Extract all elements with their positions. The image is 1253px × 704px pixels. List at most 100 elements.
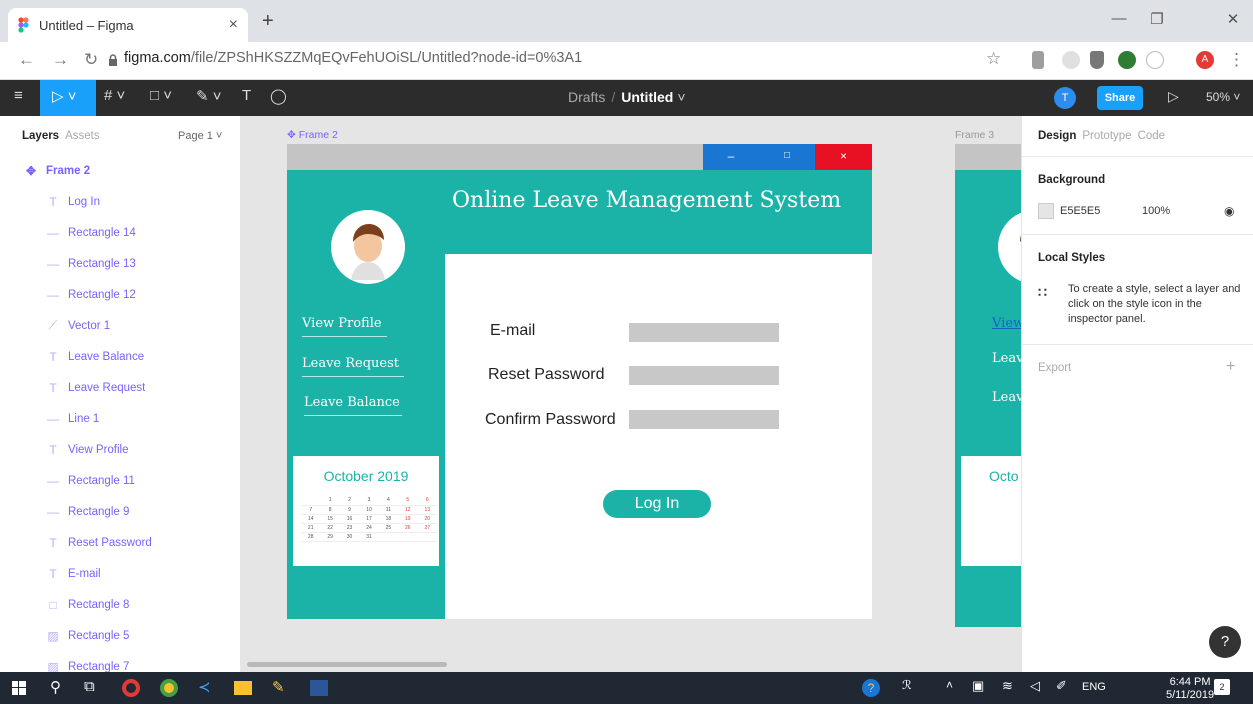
close-tab-icon[interactable]: × — [229, 16, 238, 34]
minimize-button[interactable]: – — [703, 144, 759, 170]
share-button[interactable]: Share — [1097, 86, 1143, 110]
bookmark-star-icon[interactable]: ☆ — [986, 49, 1001, 69]
tab-prototype[interactable]: Prototype — [1082, 130, 1131, 142]
design-canvas[interactable]: ✥ Frame 2 Frame 3 – □ × Online Leave Man… — [241, 116, 1021, 672]
layer-item[interactable]: — Rectangle 14 — [0, 217, 240, 248]
background-color-swatch[interactable] — [1038, 203, 1054, 219]
layer-item[interactable]: T E-mail — [0, 558, 240, 589]
layer-item[interactable]: □ Rectangle 8 — [0, 589, 240, 620]
vscode-icon[interactable]: ≺ — [198, 678, 211, 696]
layer-item[interactable]: ⟋ Vector 1 — [0, 310, 240, 341]
tray-app-icon[interactable]: ▣ — [972, 678, 984, 694]
restore-window-icon[interactable]: ❐ — [1142, 10, 1172, 28]
tab-design[interactable]: Design — [1038, 130, 1076, 142]
windows-start-icon[interactable] — [12, 681, 26, 695]
nav-leave-balance[interactable]: Leave Balance — [304, 395, 400, 410]
back-icon[interactable]: ← — [18, 50, 35, 70]
language-indicator[interactable]: ENG — [1082, 681, 1106, 693]
layer-label: Rectangle 11 — [68, 474, 135, 487]
help-button[interactable]: ? — [1209, 626, 1241, 658]
frame-2-label[interactable]: ✥ Frame 2 — [287, 129, 338, 141]
people-icon[interactable]: ℛ — [902, 678, 912, 692]
extension-shield-icon[interactable] — [1090, 51, 1104, 69]
task-view-icon[interactable]: ⧉ — [84, 678, 95, 695]
minimize-window-icon[interactable]: — — [1104, 10, 1134, 27]
extension-blank-icon[interactable] — [1062, 51, 1080, 69]
text-tool-icon[interactable]: T — [242, 87, 251, 104]
layer-item[interactable]: — Rectangle 9 — [0, 496, 240, 527]
reset-password-field[interactable] — [629, 366, 779, 385]
file-name[interactable]: Untitled — [621, 89, 673, 105]
frame-3-label[interactable]: Frame 3 — [955, 129, 994, 141]
file-explorer-icon[interactable] — [234, 681, 252, 695]
frame-3[interactable]: View Leav Leav Octo — [955, 144, 1021, 627]
horizontal-scrollbar[interactable] — [247, 662, 447, 667]
tab-assets[interactable]: Assets — [65, 130, 100, 142]
nav-leave-request[interactable]: Leave Request — [302, 356, 399, 371]
layer-item[interactable]: ▨ Rectangle 7 — [0, 651, 240, 673]
layer-item[interactable]: T Leave Balance — [0, 341, 240, 372]
new-tab-icon[interactable]: + — [262, 10, 274, 33]
shape-tool-icon[interactable]: □ ˅ — [150, 87, 172, 104]
present-play-icon[interactable]: ▷ — [1168, 88, 1179, 105]
layer-item[interactable]: — Line 1 — [0, 403, 240, 434]
comment-tool-icon[interactable]: ◯ — [270, 87, 287, 105]
tab-code[interactable]: Code — [1138, 130, 1166, 142]
layer-item[interactable]: ▨ Rectangle 5 — [0, 620, 240, 651]
browser-tab[interactable]: Untitled – Figma × — [8, 8, 248, 42]
page-selector[interactable]: Page 1 ˅ — [178, 130, 222, 142]
extension-grammar-icon[interactable] — [1118, 51, 1136, 69]
log-in-button[interactable]: Log In — [603, 490, 711, 518]
pen-tool-icon[interactable]: ✎ ˅ — [196, 87, 222, 105]
layer-item[interactable]: T Log In — [0, 186, 240, 217]
opera-icon[interactable] — [122, 679, 140, 697]
maximize-button[interactable]: □ — [759, 144, 815, 170]
frame-2[interactable]: – □ × Online Leave Management System Vie… — [287, 144, 872, 619]
browser-menu-icon[interactable]: ⋮ — [1228, 50, 1245, 70]
frame-tool-icon[interactable]: # ˅ — [104, 87, 125, 104]
chrome-icon[interactable] — [160, 679, 178, 697]
email-field[interactable] — [629, 323, 779, 342]
url-field[interactable]: figma.com/file/ZPShHKSZZMqEQvFehUOiSL/Un… — [124, 50, 582, 66]
breadcrumb-drafts[interactable]: Drafts — [568, 89, 605, 105]
reload-icon[interactable]: ↻ — [84, 50, 98, 70]
user-avatar[interactable]: T — [1054, 87, 1076, 109]
help-tray-icon[interactable]: ? — [862, 679, 880, 697]
layer-item[interactable]: — Rectangle 12 — [0, 279, 240, 310]
confirm-password-field[interactable] — [629, 410, 779, 429]
tab-layers[interactable]: Layers — [22, 130, 59, 142]
background-opacity-value[interactable]: 100% — [1142, 205, 1170, 217]
nav-leave-request[interactable]: Leav — [992, 351, 1021, 366]
layer-item[interactable]: — Rectangle 11 — [0, 465, 240, 496]
extension-v-icon[interactable] — [1146, 51, 1164, 69]
word-icon[interactable] — [310, 680, 328, 696]
profile-avatar-icon[interactable]: A — [1196, 51, 1214, 69]
search-icon[interactable]: ⚲ — [50, 678, 61, 696]
pen-icon[interactable]: ✐ — [1056, 678, 1067, 694]
paint-icon[interactable]: ✎ — [272, 678, 285, 696]
nav-view-profile[interactable]: View Profile — [302, 316, 382, 331]
add-export-icon[interactable]: + — [1226, 358, 1235, 376]
zoom-level[interactable]: 50% ˅ — [1206, 90, 1240, 104]
tray-chevron-icon[interactable]: ˄ — [946, 678, 953, 692]
extension-arrow-icon[interactable] — [1032, 51, 1044, 69]
layer-item[interactable]: — Rectangle 13 — [0, 248, 240, 279]
volume-icon[interactable]: ◁ — [1030, 678, 1040, 694]
layer-item[interactable]: T Reset Password — [0, 527, 240, 558]
layer-label: Rectangle 14 — [68, 226, 136, 239]
nav-view-profile[interactable]: View — [992, 316, 1021, 331]
close-window-icon[interactable]: ✕ — [1218, 10, 1248, 28]
visibility-eye-icon[interactable]: ◉ — [1224, 204, 1234, 218]
close-button[interactable]: × — [815, 144, 872, 170]
nav-leave-balance[interactable]: Leav — [992, 390, 1021, 405]
chevron-down-icon[interactable]: ˅ — [677, 89, 685, 105]
forward-icon[interactable]: → — [52, 50, 69, 70]
layer-item[interactable]: T View Profile — [0, 434, 240, 465]
layer-item[interactable]: T Leave Request — [0, 372, 240, 403]
main-menu-icon[interactable]: ≡ — [14, 87, 23, 104]
layer-frame-2[interactable]: ✥ Frame 2 — [0, 155, 240, 186]
background-hex-value[interactable]: E5E5E5 — [1060, 205, 1100, 217]
notifications-icon[interactable]: 2 — [1214, 679, 1230, 695]
clock[interactable]: 6:44 PM 5/11/2019 — [1166, 676, 1214, 702]
wifi-icon[interactable]: ≋ — [1002, 678, 1013, 694]
